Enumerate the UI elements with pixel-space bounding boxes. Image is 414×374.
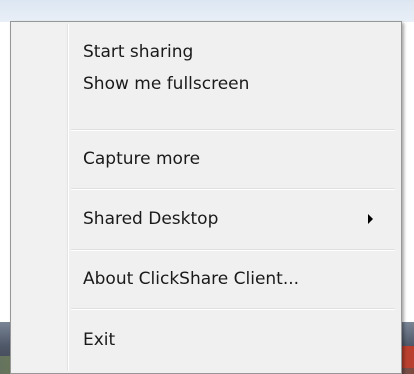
menu-item-label: Capture more [83, 149, 201, 169]
menu-item-about[interactable]: About ClickShare Client... [71, 263, 395, 295]
menu-separator [71, 188, 395, 190]
menu-item-start-sharing[interactable]: Start sharing [71, 36, 395, 68]
menu-icon-gutter [13, 24, 65, 371]
menu-item-label: About ClickShare Client... [83, 269, 300, 289]
menu-item-show-fullscreen[interactable]: Show me fullscreen [71, 68, 395, 100]
menu-item-label: Start sharing [83, 42, 194, 62]
menu-item-label: Exit [83, 330, 116, 350]
submenu-arrow-icon [368, 214, 373, 224]
menu-item-capture-more[interactable]: Capture more [71, 143, 395, 175]
menu-separator [71, 129, 395, 131]
menu-item-exit[interactable]: Exit [71, 324, 395, 356]
context-menu: Start sharing Show me fullscreen Capture… [10, 21, 402, 374]
menu-separator [71, 308, 395, 310]
menu-gutter-divider [67, 24, 69, 371]
taskbar-tray-icon [400, 346, 414, 368]
menu-item-label: Shared Desktop [83, 209, 219, 229]
desktop-top-strip [0, 0, 414, 22]
menu-separator [71, 249, 395, 251]
menu-item-label: Show me fullscreen [83, 74, 250, 94]
menu-item-shared-desktop[interactable]: Shared Desktop [71, 203, 395, 235]
